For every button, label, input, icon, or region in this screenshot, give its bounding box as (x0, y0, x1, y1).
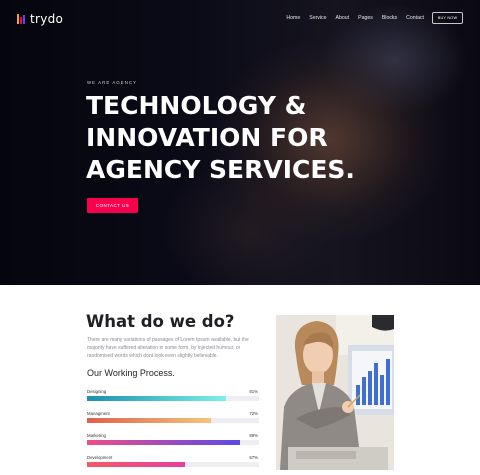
nav-item-contact[interactable]: Contact (406, 15, 424, 21)
buy-now-button[interactable]: BUY NOW (432, 12, 463, 24)
process-title: Our Working Process. (87, 368, 175, 378)
skill-label: Designing (87, 389, 107, 394)
skill-percent: 57% (249, 455, 258, 460)
hero-title-line: TECHNOLOGY & (86, 91, 307, 120)
skill-bars: Designing 81% Managment 72% Marketing 89… (87, 387, 259, 475)
skill-row-development: Development 57% (87, 453, 259, 475)
logo-bar (20, 17, 22, 24)
progress-fill (87, 396, 227, 401)
nav-item-blocks[interactable]: Blocks (382, 15, 397, 21)
skill-row-managment: Managment 72% (87, 409, 259, 431)
section-description: There are many variations of passages of… (87, 337, 249, 360)
nav-item-about[interactable]: About (336, 15, 350, 21)
section-title: What do we do? (86, 312, 235, 331)
hero-section: trydo Home Service About Pages Blocks Co… (0, 0, 480, 285)
progress-fill (87, 440, 241, 445)
nav-item-home[interactable]: Home (286, 15, 300, 21)
skill-row-marketing: Marketing 89% (87, 431, 259, 453)
skill-label: Development (87, 455, 113, 460)
progress-track (87, 462, 259, 467)
skill-percent: 72% (249, 411, 258, 416)
nav-item-service[interactable]: Service (309, 15, 326, 21)
skill-label: Marketing (87, 433, 106, 438)
brand-name: trydo (30, 12, 64, 26)
nav-item-pages[interactable]: Pages (358, 15, 373, 21)
logo-bar (23, 15, 25, 24)
progress-fill (87, 462, 186, 467)
office-woman-photo (276, 315, 394, 470)
hero-eyebrow: WE ARE AGENCY (87, 80, 138, 85)
brand-logo[interactable]: trydo (17, 12, 63, 26)
contact-us-button[interactable]: CONTACT US (87, 198, 138, 213)
logo-bar (17, 14, 19, 24)
progress-fill (87, 418, 211, 423)
progress-track (87, 418, 259, 423)
skill-percent: 89% (249, 433, 258, 438)
logo-bars-icon (17, 14, 25, 24)
skill-row-designing: Designing 81% (87, 387, 259, 409)
skill-label: Managment (87, 411, 110, 416)
hero-title: TECHNOLOGY & INNOVATION FOR AGENCY SERVI… (86, 90, 406, 186)
main-nav: Home Service About Pages Blocks Contact (286, 15, 424, 21)
progress-track (87, 396, 259, 401)
progress-track (87, 440, 259, 445)
photo-illustration (276, 315, 394, 470)
hero-title-line: INNOVATION FOR (86, 123, 328, 152)
hero-title-line: AGENCY SERVICES. (86, 155, 355, 184)
skill-percent: 81% (249, 389, 258, 394)
